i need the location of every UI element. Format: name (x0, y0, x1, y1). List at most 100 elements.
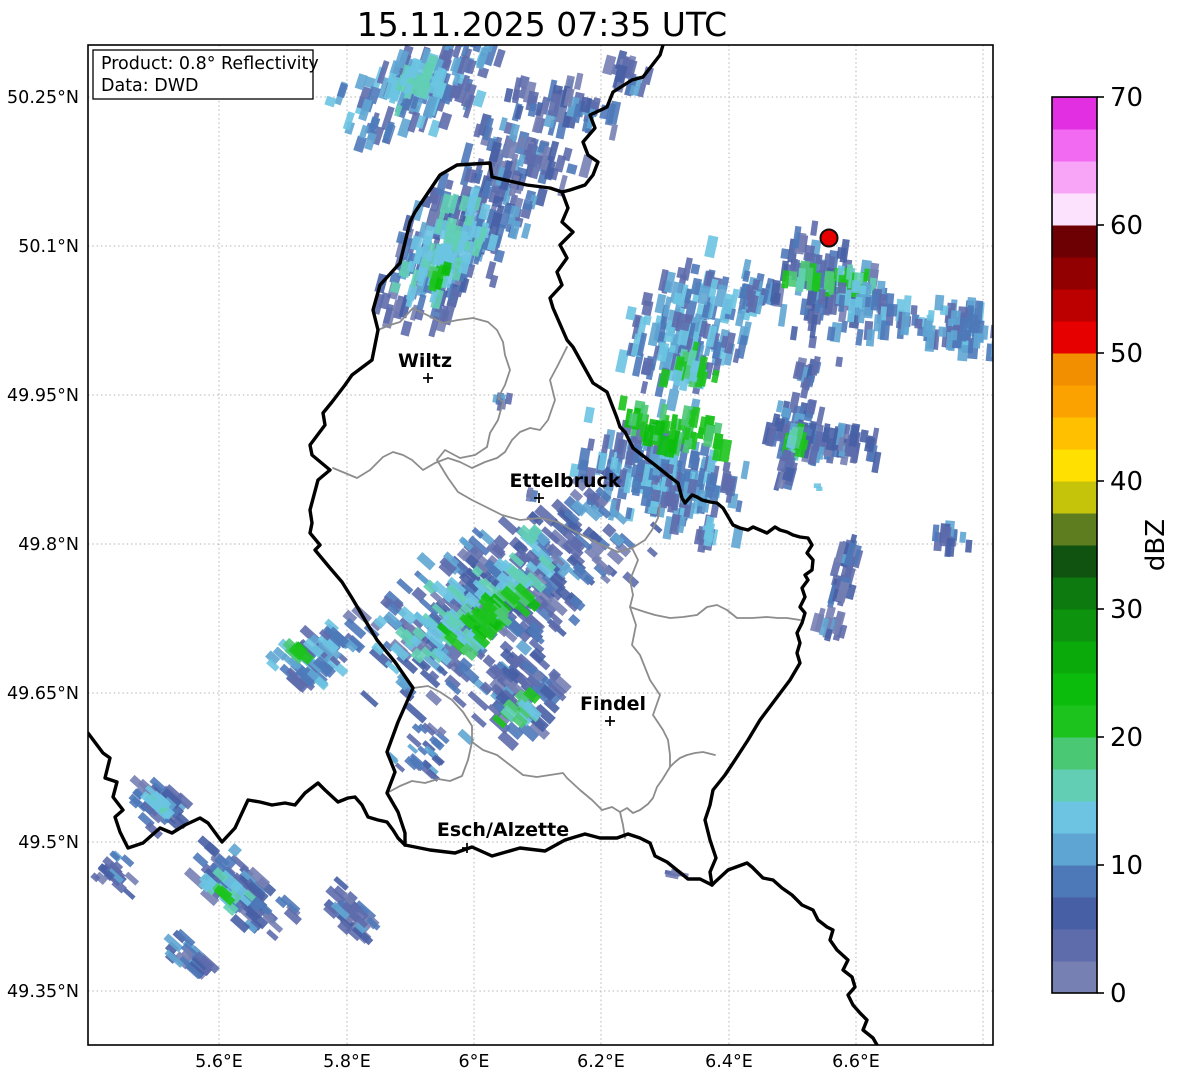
radar-figure: 15.11.2025 07:35 UTC Wiltz Ettelbruck Find… (0, 0, 1184, 1081)
radar-map-canvas: 15.11.2025 07:35 UTC Wiltz Ettelbruck Find… (7, 5, 1171, 1072)
colorbar-segment (1052, 705, 1097, 738)
district-border (629, 604, 801, 621)
radar-echo-pixel (999, 322, 1009, 337)
radar-echo-pixel (1032, 336, 1042, 352)
radar-echo-pixel (950, 330, 958, 341)
radar-echo-pixel (1014, 320, 1021, 333)
radar-echo-pixel (1034, 317, 1045, 332)
radar-echo-pixel (736, 334, 749, 359)
radar-echo-cluster-mid-right-3 (809, 605, 848, 642)
colorbar-segment (1052, 833, 1097, 866)
radar-echo-pixel (1008, 311, 1016, 333)
colorbar-tick-label: 50 (1110, 339, 1143, 369)
radar-echo-pixel (934, 294, 945, 311)
radar-echo-pixel (1020, 320, 1028, 343)
radar-echo-pixel (566, 163, 578, 175)
radar-echo-pixel (1021, 320, 1031, 337)
colorbar-segment (1052, 673, 1097, 706)
colorbar-segment (1052, 161, 1097, 194)
city-label: Findel (580, 693, 646, 715)
radar-echo-pixel (122, 887, 136, 900)
radar-echo-pixel (336, 82, 349, 99)
radar-echo-pixel (416, 293, 427, 311)
radar-echo-pixel (990, 340, 993, 358)
radar-echo-pixel (640, 380, 649, 395)
radar-echo-pixel (520, 222, 532, 240)
figure-title: 15.11.2025 07:35 UTC (357, 5, 727, 44)
radar-echo-cluster-bl-5 (163, 928, 220, 980)
radar-echo-pixel (711, 369, 720, 384)
radar-echo-pixel (120, 854, 135, 868)
radar-echo-pixel (910, 305, 918, 315)
radar-echo-pixel (959, 531, 967, 544)
lat-tick-label: 50.1°N (18, 237, 79, 257)
lat-tick-label: 49.65°N (7, 684, 79, 704)
radar-echo-pixel (1006, 308, 1013, 323)
radar-echo-pixel (470, 712, 487, 728)
radar-echo-pixel (965, 539, 973, 553)
colorbar-segment (1052, 257, 1097, 290)
radar-echo-pixel (504, 392, 514, 405)
product-line-1: Product: 0.8° Reflectivity (101, 54, 319, 74)
radar-echo-pixel (815, 406, 826, 426)
radar-echo-pixel (1018, 328, 1026, 350)
radar-echo-pixel (740, 460, 750, 480)
colorbar-segment (1052, 97, 1097, 130)
radar-echo-pixel (1042, 331, 1050, 350)
colorbar-tick-label: 30 (1110, 595, 1143, 625)
radar-echo-cluster-bits-upper-right (792, 355, 822, 399)
radar-echo-pixel (360, 690, 379, 708)
radar-echo-pixel (587, 438, 595, 451)
colorbar-segment (1052, 897, 1097, 930)
radar-echo-pixel (1026, 320, 1036, 331)
lon-tick-label: 5.8°E (323, 1052, 371, 1072)
city-marker-plus (423, 373, 433, 383)
city-marker-plus (605, 716, 615, 726)
colorbar-segment (1052, 609, 1097, 642)
colorbar-segment (1052, 769, 1097, 802)
radar-echo-pixel (617, 395, 628, 411)
radar-echo-pixel (730, 527, 744, 549)
radar-echo-pixel (1002, 307, 1012, 322)
colorbar-tick-label: 0 (1110, 979, 1127, 1009)
colorbar-tick-label: 60 (1110, 211, 1143, 241)
radar-echo-pixel (777, 303, 788, 327)
radar-echo-pixel (573, 72, 584, 91)
radar-echo-pixel (817, 289, 826, 305)
radar-echo-pixel (950, 310, 961, 326)
colorbar-segment (1052, 929, 1097, 962)
colorbar-tick-label: 10 (1110, 851, 1143, 881)
radar-echo-cluster-right-chain (814, 422, 882, 474)
lat-tick-label: 49.8°N (18, 535, 79, 555)
radar-echo-pixel (704, 234, 719, 259)
radar-echo-pixel (836, 246, 847, 260)
product-info-box: Product: 0.8° Reflectivity Data: DWD (92, 49, 319, 100)
radar-echo-pixel (472, 89, 487, 108)
colorbar-segment (1052, 641, 1097, 674)
radar-echo-pixel (266, 929, 279, 942)
colorbar-segment (1052, 545, 1097, 578)
colorbar-segment (1052, 385, 1097, 418)
radar-echo-pixel (789, 325, 798, 341)
radar-echo-pixel (863, 268, 870, 282)
lon-tick-label: 5.6°E (195, 1052, 243, 1072)
country-border (403, 832, 714, 887)
city-wiltz: Wiltz (398, 350, 452, 383)
radar-site-marker (819, 228, 839, 248)
colorbar-segment (1052, 289, 1097, 322)
radar-echo-pixel (865, 329, 876, 347)
radar-echo-cluster-south-scatter (385, 722, 475, 782)
radar-echo-pixel (835, 356, 843, 368)
radar-echo-pixel (879, 320, 891, 341)
colorbar-segment (1052, 577, 1097, 610)
colorbar: 0 10 20 30 40 50 60 70 (1051, 83, 1143, 1009)
colorbar-segment (1052, 321, 1097, 354)
radar-echo-pixel (914, 318, 923, 329)
colorbar-segment (1052, 801, 1097, 834)
radar-echo-pixel (1022, 312, 1029, 334)
radar-echo-pixel (1017, 332, 1027, 354)
radar-echo-pixel (658, 368, 671, 388)
district-border (629, 547, 716, 768)
radar-echo-pixel (1016, 310, 1023, 329)
colorbar-segment (1052, 865, 1097, 898)
